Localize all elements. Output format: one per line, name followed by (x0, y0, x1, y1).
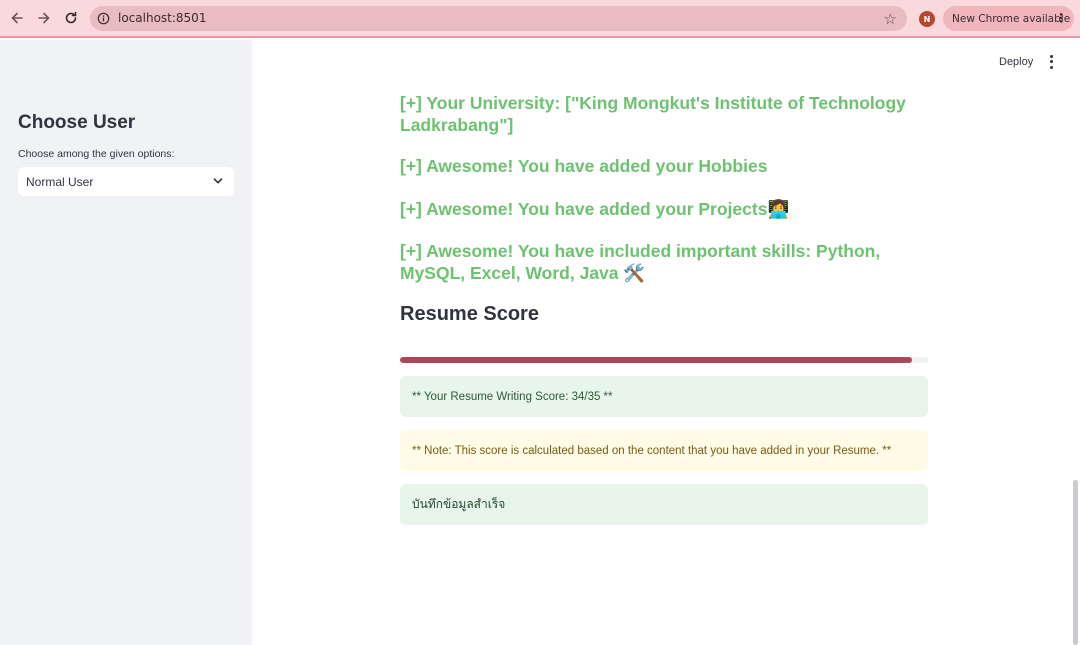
hobbies-message-text: [+] Awesome! You have added your Hobbies (400, 156, 768, 176)
back-arrow-icon[interactable] (6, 7, 28, 29)
hobbies-message: [+] Awesome! You have added your Hobbies (400, 155, 920, 177)
note-text: ** Note: This score is calculated based … (412, 444, 892, 457)
score-note-warning: ** Note: This score is calculated based … (400, 430, 928, 471)
university-message-text: [+] Your University: ["King Mongkut's In… (400, 93, 906, 135)
address-bar[interactable]: localhost:8501 ☆ (90, 6, 907, 31)
url-text: localhost:8501 (118, 11, 207, 25)
projects-message-text: [+] Awesome! You have added your Project… (400, 199, 768, 219)
resume-score-progress-bar (400, 357, 928, 363)
projects-message: [+] Awesome! You have added your Project… (400, 198, 920, 221)
skills-message: [+] Awesome! You have included important… (400, 240, 920, 285)
main-content: Deploy [+] Your University: ["King Mongk… (252, 40, 1080, 645)
update-chrome-label: New Chrome available (952, 12, 1071, 25)
profile-avatar[interactable]: N (919, 11, 935, 27)
browser-toolbar: localhost:8501 ☆ N New Chrome available … (0, 0, 1080, 38)
score-success-alert: ** Your Resume Writing Score: 34/35 ** (400, 376, 928, 417)
score-text: ** Your Resume Writing Score: 34/35 ** (412, 390, 613, 403)
sidebar-title: Choose User (18, 112, 136, 133)
user-select-label: Choose among the given options: (18, 148, 175, 160)
forward-arrow-icon[interactable] (33, 7, 55, 29)
update-chrome-button[interactable]: New Chrome available ⋮ (943, 6, 1074, 31)
resume-score-progress-fill (400, 357, 913, 363)
resume-score-heading: Resume Score (400, 303, 539, 325)
save-success-alert: บันทึกข้อมูลสำเร็จ (400, 484, 928, 525)
reload-icon[interactable] (60, 7, 82, 29)
user-type-select-value: Normal User (26, 174, 94, 189)
site-info-icon[interactable] (97, 12, 110, 25)
deploy-button[interactable]: Deploy (999, 56, 1033, 68)
bookmark-star-icon[interactable]: ☆ (884, 10, 897, 28)
sidebar: Choose User Choose among the given optio… (0, 40, 252, 645)
university-message: [+] Your University: ["King Mongkut's In… (400, 92, 920, 136)
save-success-text: บันทึกข้อมูลสำเร็จ (412, 497, 506, 511)
chrome-menu-icon[interactable]: ⋮ (1055, 11, 1067, 25)
chevron-down-icon (213, 178, 223, 184)
user-type-select[interactable]: Normal User (18, 167, 234, 196)
main-menu-icon[interactable] (1044, 54, 1058, 70)
tools-emoji-icon: 🛠️ (623, 264, 646, 284)
page-scrollbar[interactable] (1073, 480, 1078, 645)
technologist-emoji-icon: 👩‍💻 (767, 200, 790, 220)
